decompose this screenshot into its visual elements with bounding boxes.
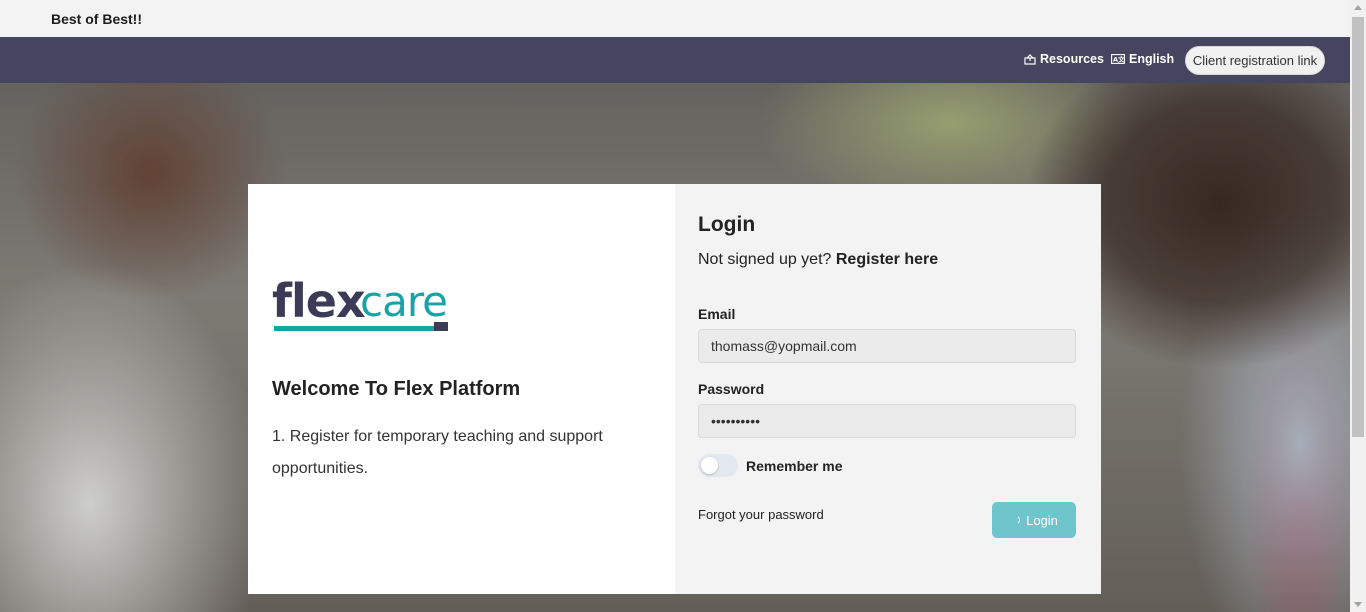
intro-panel: flex care Welcome To Flex Platform 1. Re…: [248, 184, 675, 594]
brand-title: Best of Best!!: [51, 11, 143, 27]
svg-text:A文: A文: [1113, 55, 1125, 64]
flexcare-logo: flex care: [272, 274, 452, 336]
password-label: Password: [698, 381, 765, 397]
nav-resources-link[interactable]: Resources: [1024, 52, 1104, 66]
box-icon: [1024, 53, 1036, 65]
welcome-heading: Welcome To Flex Platform: [272, 378, 521, 400]
email-label: Email: [698, 306, 736, 322]
vertical-scrollbar[interactable]: [1350, 0, 1366, 612]
login-title: Login: [698, 213, 756, 236]
nav-language-selector[interactable]: A文 English: [1111, 52, 1174, 66]
login-card: flex care Welcome To Flex Platform 1. Re…: [248, 184, 1101, 594]
resources-label: Resources: [1040, 52, 1104, 66]
loading-spinner-icon: [1010, 515, 1021, 525]
top-strip: Best of Best!!: [0, 0, 1350, 37]
scroll-up-arrow-icon[interactable]: [1354, 5, 1362, 10]
login-button[interactable]: Login: [992, 502, 1076, 538]
email-field[interactable]: [698, 329, 1076, 363]
toggle-knob: [701, 457, 718, 474]
password-field[interactable]: [698, 404, 1076, 438]
language-icon: A文: [1111, 54, 1125, 64]
logo-text-flex: flex: [272, 274, 366, 328]
language-label: English: [1129, 52, 1175, 66]
remember-me-label: Remember me: [746, 458, 843, 474]
signup-prompt-text: Not signed up yet?: [698, 251, 832, 268]
remember-me-toggle[interactable]: [698, 454, 738, 477]
login-panel: Login Not signed up yet? Register here E…: [675, 184, 1101, 594]
signup-prompt: Not signed up yet? Register here: [698, 251, 938, 269]
forgot-password-link[interactable]: Forgot your password: [698, 507, 824, 522]
logo-underline: [274, 326, 434, 331]
logo-underline-accent: [434, 322, 448, 331]
login-button-label: Login: [1026, 512, 1058, 528]
scroll-down-arrow-icon[interactable]: [1354, 602, 1362, 607]
logo-text-care: care: [360, 277, 448, 326]
navbar: Resources A文 English Client registration…: [0, 37, 1350, 83]
scrollbar-thumb[interactable]: [1352, 17, 1364, 437]
register-link[interactable]: Register here: [836, 251, 938, 268]
intro-description: 1. Register for temporary teaching and s…: [272, 428, 603, 477]
client-registration-button[interactable]: Client registration link: [1185, 46, 1325, 75]
